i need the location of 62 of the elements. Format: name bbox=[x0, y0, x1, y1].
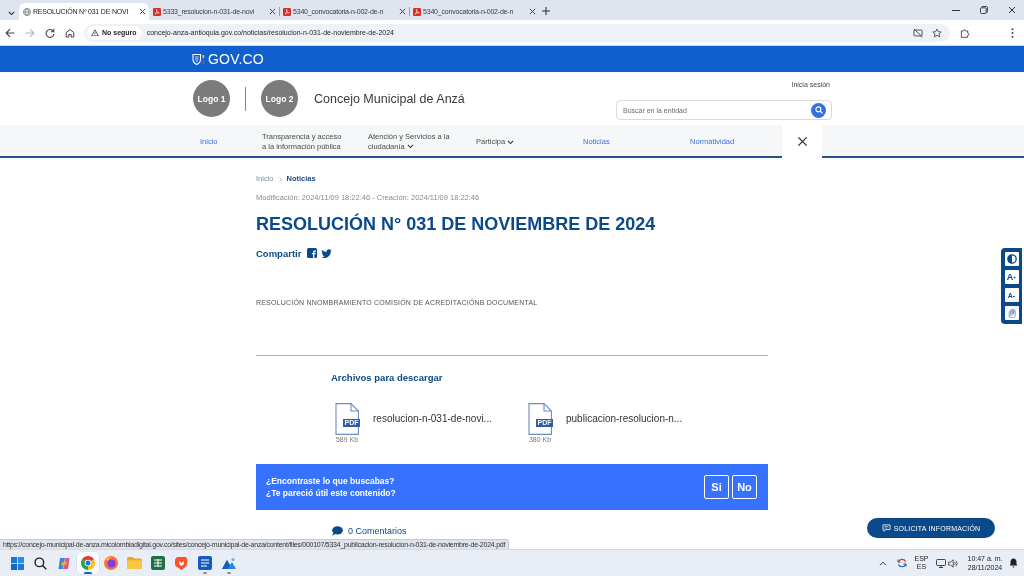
share-label: Compartir bbox=[256, 247, 302, 259]
puzzle-icon[interactable] bbox=[960, 27, 970, 38]
globe-icon bbox=[23, 7, 31, 16]
logo-link[interactable]: Logo 2 bbox=[261, 80, 298, 117]
reload-icon[interactable] bbox=[45, 27, 55, 38]
chevron-up-icon[interactable] bbox=[879, 560, 887, 566]
feedback-button[interactable]: No bbox=[732, 475, 757, 499]
excel-icon bbox=[151, 556, 165, 570]
chevron-down-icon[interactable] bbox=[8, 10, 15, 15]
monitor-icon[interactable] bbox=[936, 558, 946, 568]
speaker-icon[interactable] bbox=[948, 558, 958, 568]
close-icon[interactable] bbox=[529, 8, 536, 15]
section-heading: Archivos para descargar bbox=[331, 372, 444, 384]
folder-icon bbox=[127, 557, 142, 569]
firefox-icon bbox=[104, 556, 118, 570]
close-icon[interactable] bbox=[139, 8, 146, 15]
search-icon bbox=[814, 106, 823, 114]
restore-icon[interactable] bbox=[980, 6, 988, 14]
plus-icon[interactable] bbox=[542, 7, 550, 15]
chat-icon bbox=[881, 524, 891, 532]
facebook-icon[interactable] bbox=[307, 248, 318, 258]
pdf-icon bbox=[413, 7, 421, 16]
twitter-icon[interactable] bbox=[321, 248, 333, 258]
contrast-button[interactable] bbox=[1004, 252, 1019, 266]
pdf-icon bbox=[153, 7, 161, 16]
copilot-icon bbox=[57, 556, 71, 570]
sync-icon[interactable] bbox=[897, 558, 907, 568]
feedback-question: ¿Te pareció útil este contenido? bbox=[266, 487, 396, 499]
brave-icon bbox=[175, 556, 188, 570]
bell-icon[interactable] bbox=[1009, 558, 1018, 568]
file-link[interactable]: resolucion-n-031-de-novi... bbox=[373, 413, 492, 425]
more-icon[interactable] bbox=[1011, 27, 1014, 38]
close-icon[interactable] bbox=[1008, 6, 1016, 14]
site-title: Concejo Municipal de Anzá bbox=[314, 91, 465, 106]
sign-language-button[interactable] bbox=[1004, 306, 1019, 320]
close-icon[interactable] bbox=[399, 8, 406, 15]
contrast-icon bbox=[1006, 254, 1017, 264]
page-title: RESOLUCIÓN N° 031 DE NOVIEMBRE DE 2024 bbox=[256, 212, 657, 236]
home-icon[interactable] bbox=[65, 27, 75, 38]
minimize-icon[interactable] bbox=[952, 9, 960, 11]
word-icon bbox=[198, 556, 212, 570]
chrome-icon bbox=[80, 556, 95, 570]
chat-bubble-icon bbox=[331, 526, 343, 536]
feedback-button[interactable]: Si bbox=[704, 475, 729, 499]
pdf-icon bbox=[283, 7, 291, 16]
back-icon[interactable] bbox=[5, 27, 15, 38]
close-icon[interactable] bbox=[269, 8, 276, 15]
comments-link[interactable]: 0 Comentarios bbox=[348, 526, 407, 536]
emblem-icon bbox=[192, 52, 206, 66]
search-icon bbox=[34, 556, 47, 570]
feedback-question: ¿Encontraste lo que buscabas? bbox=[266, 475, 396, 487]
warning-icon bbox=[91, 28, 99, 37]
logo-link[interactable]: Logo 1 bbox=[193, 80, 230, 117]
chevron-right-icon bbox=[278, 176, 282, 182]
file-link[interactable]: publicacion-resolucion-n... bbox=[566, 413, 683, 425]
close-icon bbox=[796, 136, 808, 147]
photos-icon bbox=[221, 557, 236, 569]
star-icon[interactable] bbox=[932, 27, 942, 38]
hand-icon bbox=[1006, 308, 1017, 318]
start-icon bbox=[10, 556, 24, 570]
gov-logo[interactable]: GOV.CO bbox=[208, 51, 264, 67]
slashed-screen-icon[interactable] bbox=[913, 27, 923, 38]
